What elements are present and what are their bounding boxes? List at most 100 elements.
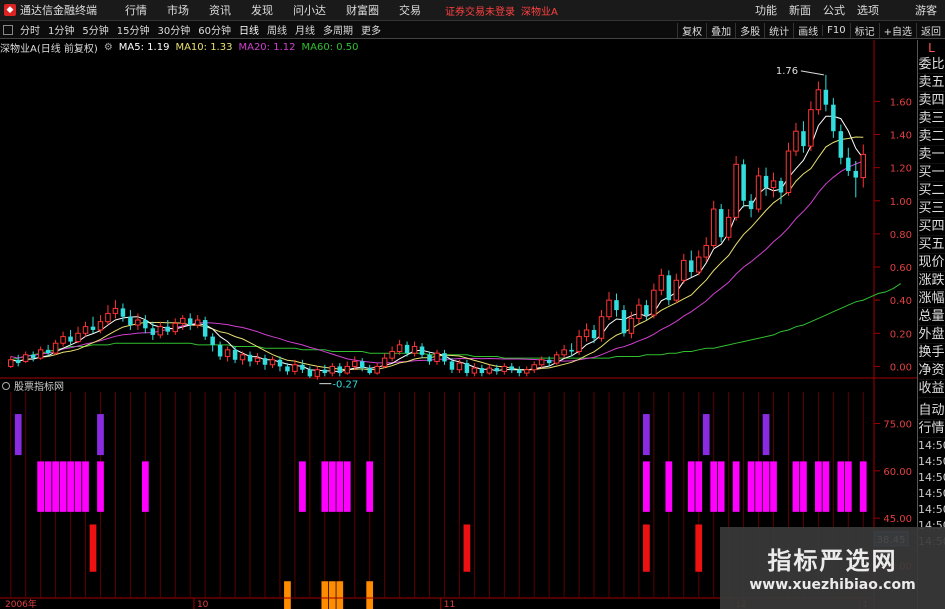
candle-body-100 bbox=[755, 175, 762, 210]
candle-body-44 bbox=[337, 366, 343, 374]
ind-bar-red-11 bbox=[89, 524, 97, 572]
period-more[interactable]: 更多 bbox=[357, 22, 385, 37]
side-field-18[interactable]: 收益 bbox=[918, 380, 945, 398]
candle-body-1 bbox=[15, 359, 21, 364]
menu-trade[interactable]: 交易 bbox=[389, 2, 431, 18]
side-field-9[interactable]: 买四 bbox=[918, 218, 945, 236]
menu-new-page[interactable]: 新面 bbox=[783, 2, 817, 18]
side-field-17[interactable]: 净资 bbox=[918, 362, 945, 380]
side-field-11[interactable]: 现价 bbox=[918, 254, 945, 272]
candle-body-12 bbox=[97, 321, 104, 331]
menu-function[interactable]: 功能 bbox=[749, 2, 783, 18]
period-daily[interactable]: 日线 bbox=[235, 22, 263, 37]
side-field-10[interactable]: 买五 bbox=[918, 236, 945, 254]
ind-bar-magenta-114 bbox=[859, 461, 867, 512]
period-60min[interactable]: 60分钟 bbox=[194, 22, 235, 37]
side-quote[interactable]: 行情 bbox=[918, 420, 945, 438]
candle-body-49 bbox=[374, 365, 380, 374]
chart-tools: 复权 叠加 多股 统计 画线 F10 标记 +自选 返回 bbox=[677, 21, 945, 39]
tool-adjust[interactable]: 复权 bbox=[677, 22, 706, 38]
side-field-14[interactable]: 总量 bbox=[918, 308, 945, 326]
x-tick-1: 10 bbox=[197, 600, 209, 609]
menu-formula[interactable]: 公式 bbox=[817, 2, 851, 18]
ind-bar-magenta-102 bbox=[770, 461, 777, 512]
candle-body-22 bbox=[172, 322, 179, 333]
period-monthly[interactable]: 月线 bbox=[291, 22, 319, 37]
candle-body-58 bbox=[442, 353, 447, 362]
main-y-tick-4: 0.80 bbox=[890, 230, 912, 241]
ma20-line bbox=[10, 160, 864, 364]
candle-body-56 bbox=[427, 354, 432, 362]
menu-options[interactable]: 选项 bbox=[851, 2, 885, 18]
menu-wealth[interactable]: 财富圈 bbox=[336, 2, 389, 18]
candle-body-29 bbox=[224, 349, 231, 357]
guest-label[interactable]: 游客 bbox=[915, 2, 937, 18]
candle-body-17 bbox=[135, 319, 141, 326]
settings-icon[interactable]: ⚙ bbox=[104, 42, 113, 53]
ind-bar-magenta-85 bbox=[643, 461, 650, 512]
candle-body-110 bbox=[831, 104, 836, 132]
tool-overlay[interactable]: 叠加 bbox=[706, 22, 735, 38]
period-weekly[interactable]: 周线 bbox=[263, 22, 291, 37]
menu-discover[interactable]: 发现 bbox=[241, 2, 283, 18]
login-status[interactable]: 证券交易未登录 bbox=[445, 3, 515, 18]
side-field-12[interactable]: 涨跌 bbox=[918, 272, 945, 290]
side-field-16[interactable]: 换手 bbox=[918, 344, 945, 362]
period-15min[interactable]: 15分钟 bbox=[113, 22, 154, 37]
candle-body-27 bbox=[210, 336, 215, 345]
tool-stats[interactable]: 统计 bbox=[764, 22, 793, 38]
candle-body-36 bbox=[277, 359, 283, 367]
candle-body-70 bbox=[531, 364, 537, 371]
ind-bar-magenta-39 bbox=[299, 461, 306, 512]
side-field-5[interactable]: 卖一 bbox=[918, 146, 945, 164]
stock-name-label: 深物业A(日线 前复权) bbox=[0, 43, 98, 55]
period-intraday[interactable]: 分时 bbox=[16, 22, 44, 37]
candle-body-103 bbox=[778, 180, 784, 193]
candle-body-99 bbox=[748, 200, 754, 210]
watermark-title: 指标严选网 bbox=[767, 547, 898, 575]
ind-bar-purple-101 bbox=[762, 414, 770, 456]
side-field-13[interactable]: 涨幅 bbox=[918, 290, 945, 308]
tool-add-watchlist[interactable]: +自选 bbox=[878, 22, 916, 38]
x-tick-2: 11 bbox=[444, 600, 455, 609]
ind-bar-purple-12 bbox=[97, 414, 104, 456]
tool-multi-stock[interactable]: 多股 bbox=[735, 22, 764, 38]
ind-bar-magenta-8 bbox=[67, 461, 74, 512]
side-field-2[interactable]: 卖四 bbox=[918, 92, 945, 110]
ma5-line bbox=[10, 115, 864, 373]
candle-body-34 bbox=[262, 358, 268, 365]
candle-body-101 bbox=[763, 175, 769, 188]
candle-body-64 bbox=[486, 367, 493, 374]
side-field-6[interactable]: 买一 bbox=[918, 164, 945, 182]
tool-draw[interactable]: 画线 bbox=[793, 22, 822, 38]
period-5min[interactable]: 5分钟 bbox=[78, 22, 112, 37]
tool-back[interactable]: 返回 bbox=[916, 22, 945, 38]
candle-body-51 bbox=[389, 350, 395, 359]
menu-news[interactable]: 资讯 bbox=[199, 2, 241, 18]
side-field-4[interactable]: 卖二 bbox=[918, 128, 945, 146]
candle-body-63 bbox=[479, 368, 485, 374]
panel-toggle-icon[interactable] bbox=[3, 24, 13, 35]
side-field-1[interactable]: 卖五 bbox=[918, 74, 945, 92]
ind-bar-red-85 bbox=[643, 524, 650, 572]
menu-ask[interactable]: 问小达 bbox=[283, 2, 336, 18]
ind-bar-magenta-97 bbox=[732, 461, 740, 512]
period-30min[interactable]: 30分钟 bbox=[153, 22, 194, 37]
side-field-3[interactable]: 卖三 bbox=[918, 110, 945, 128]
tool-mark[interactable]: 标记 bbox=[849, 22, 879, 38]
side-time-1: 14:50 bbox=[918, 455, 945, 468]
ind-bar-orange-44 bbox=[336, 581, 344, 609]
menu-quotes[interactable]: 行情 bbox=[115, 2, 157, 18]
side-field-7[interactable]: 买二 bbox=[918, 182, 945, 200]
period-multi[interactable]: 多周期 bbox=[319, 22, 357, 37]
period-1min[interactable]: 1分钟 bbox=[44, 22, 78, 37]
side-auto[interactable]: 自动 bbox=[918, 402, 945, 420]
low-label: -0.27 bbox=[332, 380, 358, 391]
side-field-8[interactable]: 买三 bbox=[918, 200, 945, 218]
menu-market[interactable]: 市场 bbox=[157, 2, 199, 18]
candle-body-5 bbox=[45, 349, 51, 354]
tool-f10[interactable]: F10 bbox=[822, 24, 849, 36]
side-field-15[interactable]: 外盘 bbox=[918, 326, 945, 344]
side-field-0[interactable]: 委比 bbox=[918, 56, 945, 74]
ind-bar-purple-93 bbox=[702, 414, 710, 456]
